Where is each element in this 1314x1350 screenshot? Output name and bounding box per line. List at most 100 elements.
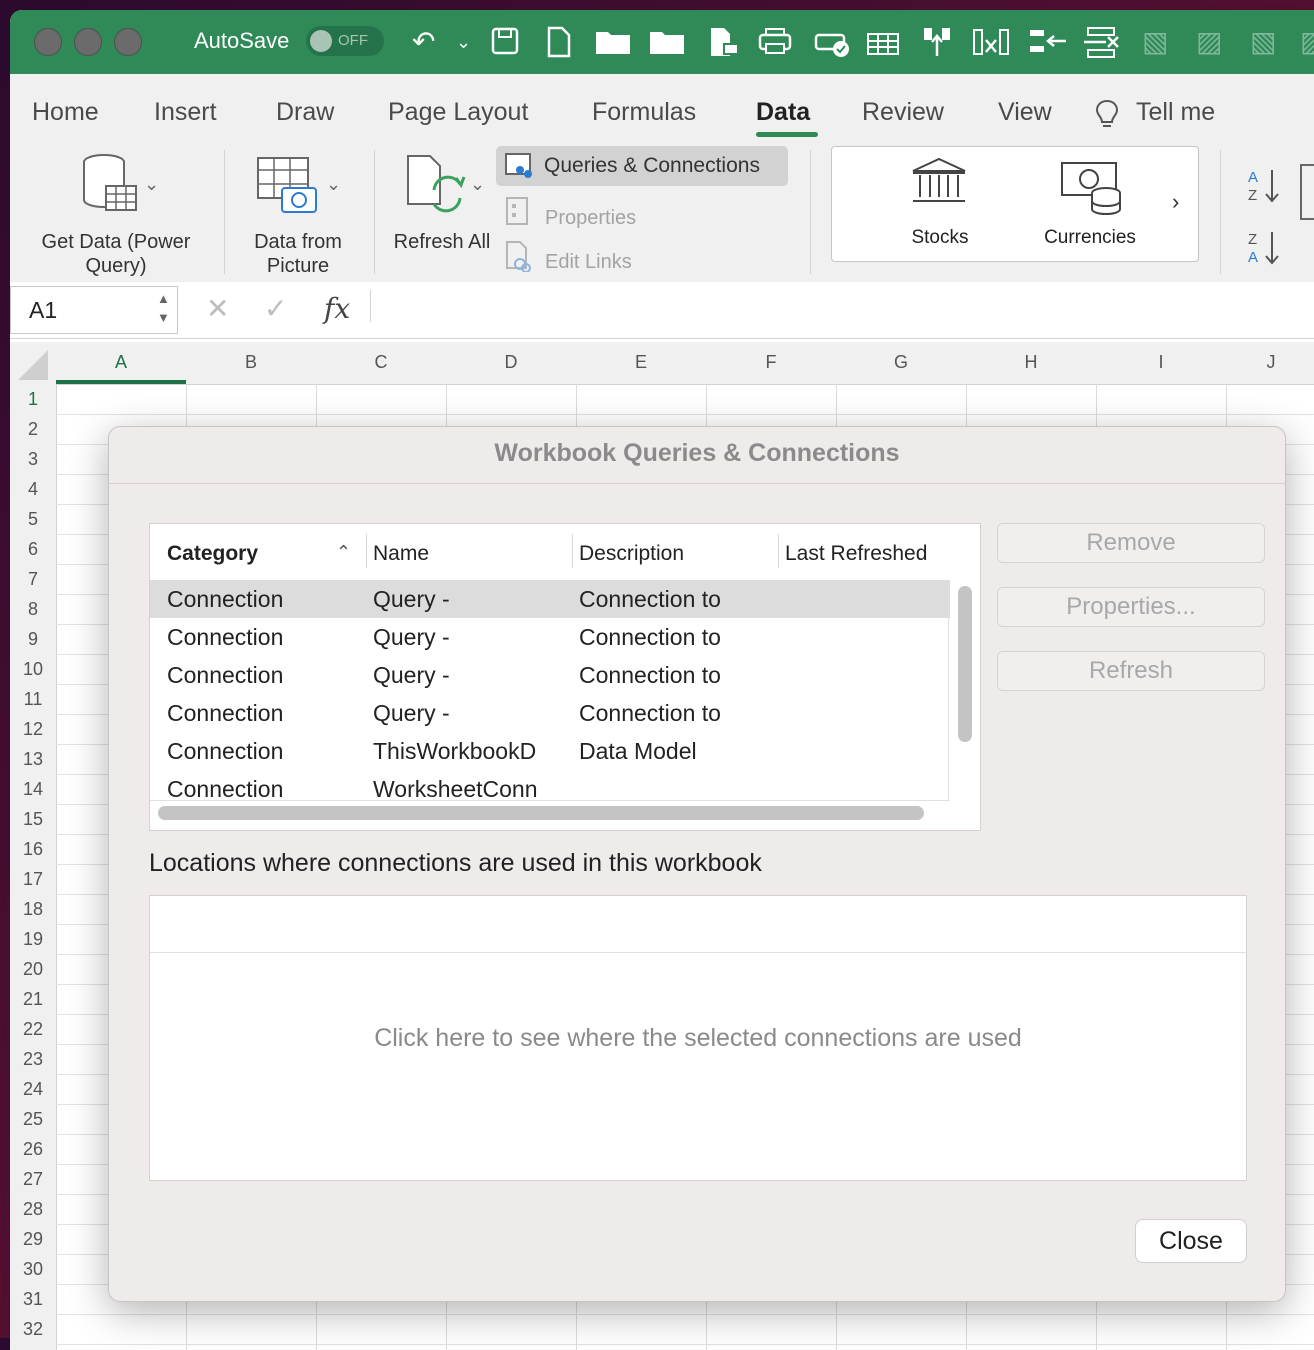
delete-row-icon[interactable]	[1082, 26, 1122, 65]
table-row[interactable]: Connection Query - Connection to	[150, 656, 950, 694]
column-header-h[interactable]: H	[966, 352, 1096, 373]
tab-tell-me[interactable]: Tell me	[1136, 98, 1215, 127]
column-header-g[interactable]: G	[836, 352, 966, 373]
row-header[interactable]: 21	[10, 989, 56, 1010]
data-from-picture-button[interactable]: Data from Picture	[236, 230, 360, 278]
currency-icon[interactable]	[1060, 161, 1124, 222]
tab-draw[interactable]: Draw	[276, 98, 334, 127]
stocks-button[interactable]: Stocks	[872, 227, 1008, 249]
vertical-scrollbar[interactable]	[958, 586, 972, 742]
column-header-b[interactable]: B	[186, 352, 316, 373]
table-icon[interactable]	[866, 26, 900, 63]
column-header-f[interactable]: F	[706, 352, 836, 373]
row-header[interactable]: 23	[10, 1049, 56, 1070]
header-last-refreshed[interactable]: Last Refreshed	[785, 542, 927, 566]
enter-check-icon[interactable]: ✓	[264, 292, 287, 325]
row-header[interactable]: 15	[10, 809, 56, 830]
locations-list[interactable]: Click here to see where the selected con…	[149, 895, 1247, 1181]
sort-z-to-a-icon[interactable]: ZA	[1246, 228, 1282, 273]
open-folder-icon[interactable]	[594, 26, 632, 63]
row-header[interactable]: 12	[10, 719, 56, 740]
edit-links-button[interactable]: Edit Links	[545, 250, 632, 274]
row-header[interactable]: 16	[10, 839, 56, 860]
tab-home[interactable]: Home	[32, 98, 99, 127]
chevron-down-icon[interactable]: ⌄	[456, 26, 471, 58]
delete-column-icon[interactable]	[972, 26, 1010, 65]
folder-icon[interactable]	[648, 26, 686, 63]
tab-review[interactable]: Review	[862, 98, 944, 127]
tab-page-layout[interactable]: Page Layout	[388, 98, 528, 127]
close-window-button[interactable]	[34, 28, 62, 56]
cancel-icon[interactable]: ✕	[206, 292, 229, 325]
row-header[interactable]: 19	[10, 929, 56, 950]
row-header[interactable]: 22	[10, 1019, 56, 1040]
row-header[interactable]: 9	[10, 629, 56, 650]
row-header[interactable]: 4	[10, 479, 56, 500]
zoom-window-button[interactable]	[114, 28, 142, 56]
row-header[interactable]: 26	[10, 1139, 56, 1160]
chevron-down-icon[interactable]: ⌄	[470, 174, 485, 195]
row-header[interactable]: 17	[10, 869, 56, 890]
stepper-arrows-icon[interactable]: ▲ ▼	[157, 289, 170, 327]
print-icon[interactable]	[758, 26, 792, 63]
row-header[interactable]: 25	[10, 1109, 56, 1130]
table-row[interactable]: Connection Query - Connection to	[150, 618, 950, 656]
row-header[interactable]: 13	[10, 749, 56, 770]
tab-insert[interactable]: Insert	[154, 98, 217, 127]
locations-hint[interactable]: Click here to see where the selected con…	[150, 1024, 1246, 1053]
undo-icon[interactable]: ↶	[412, 26, 435, 58]
header-name[interactable]: Name	[373, 542, 429, 566]
row-header[interactable]: 1	[10, 389, 56, 410]
chevron-down-icon[interactable]: ⌄	[326, 174, 341, 195]
row-header[interactable]: 8	[10, 599, 56, 620]
row-header[interactable]: 11	[10, 689, 56, 710]
chevron-down-icon[interactable]: ⌄	[144, 174, 159, 195]
row-header[interactable]: 14	[10, 779, 56, 800]
select-all-corner[interactable]	[18, 350, 48, 380]
column-header-i[interactable]: I	[1096, 352, 1226, 373]
autosave-toggle[interactable]: OFF	[306, 26, 384, 56]
close-button[interactable]: Close	[1135, 1219, 1247, 1263]
properties-button[interactable]: Properties...	[997, 587, 1265, 627]
minimize-window-button[interactable]	[74, 28, 102, 56]
tab-data[interactable]: Data	[756, 98, 810, 127]
row-header[interactable]: 18	[10, 899, 56, 920]
properties-button[interactable]: Properties	[545, 206, 636, 230]
remove-button[interactable]: Remove	[997, 523, 1265, 563]
print-preview-icon[interactable]	[708, 26, 740, 65]
row-header[interactable]: 3	[10, 449, 56, 470]
sort-icon[interactable]	[1300, 164, 1314, 220]
table-row[interactable]: Connection WorksheetConn	[150, 770, 950, 800]
get-data-button[interactable]: Get Data (Power Query)	[26, 230, 206, 278]
row-header[interactable]: 27	[10, 1169, 56, 1190]
refresh-all-button[interactable]: Refresh All	[390, 230, 494, 254]
insert-function-icon[interactable]: fx	[324, 292, 350, 325]
sort-a-to-z-icon[interactable]: AZ	[1246, 166, 1282, 211]
refresh-button[interactable]: Refresh	[997, 651, 1265, 691]
table-row[interactable]: Connection ThisWorkbookD Data Model	[150, 732, 950, 770]
table-row[interactable]: Connection Query - Connection to	[150, 580, 950, 618]
bank-icon[interactable]	[910, 157, 968, 212]
name-box[interactable]: A1 ▲ ▼	[10, 286, 178, 334]
currencies-button[interactable]: Currencies	[1020, 227, 1160, 249]
row-header[interactable]: 24	[10, 1079, 56, 1100]
sort-ascending-icon[interactable]: ⌃	[336, 542, 351, 563]
column-header-c[interactable]: C	[316, 352, 446, 373]
horizontal-scrollbar[interactable]	[158, 806, 924, 820]
row-header[interactable]: 2	[10, 419, 56, 440]
row-header[interactable]: 20	[10, 959, 56, 980]
column-header-e[interactable]: E	[576, 352, 706, 373]
row-header[interactable]: 29	[10, 1229, 56, 1250]
row-header[interactable]: 30	[10, 1259, 56, 1280]
row-header[interactable]: 6	[10, 539, 56, 560]
column-header-d[interactable]: D	[446, 352, 576, 373]
quick-print-icon[interactable]	[814, 26, 850, 65]
queries-connections-button[interactable]: Queries & Connections	[496, 146, 788, 186]
column-header-a[interactable]: A	[56, 352, 186, 373]
column-header-j[interactable]: J	[1226, 352, 1314, 373]
row-header[interactable]: 10	[10, 659, 56, 680]
row-header[interactable]: 31	[10, 1289, 56, 1310]
header-description[interactable]: Description	[579, 542, 684, 566]
header-category[interactable]: Category	[167, 542, 258, 566]
new-file-icon[interactable]	[546, 26, 572, 65]
